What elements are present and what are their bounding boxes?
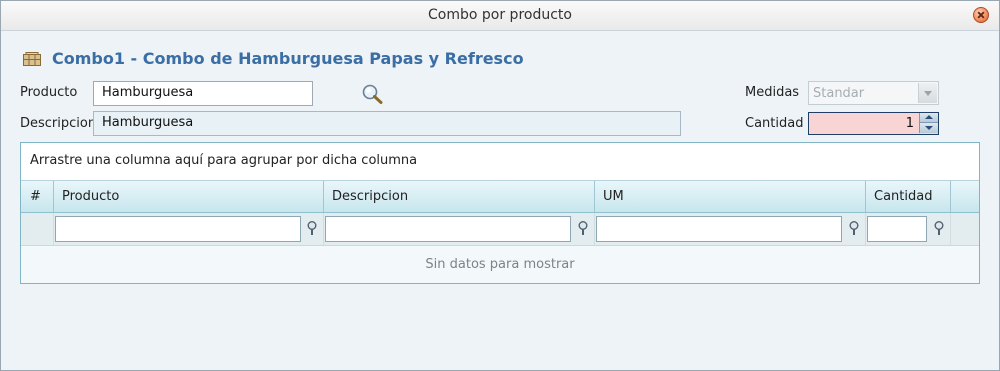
combo-title: Combo1 - Combo de Hamburguesa Papas y Re… xyxy=(52,49,524,68)
filter-cell-um xyxy=(595,213,866,245)
group-panel[interactable]: Arrastre una columna aquí para agrupar p… xyxy=(21,143,979,181)
box-icon xyxy=(23,52,41,66)
column-header-number[interactable]: # xyxy=(21,181,54,212)
medidas-select[interactable]: Standar xyxy=(808,81,939,105)
column-header-descripcion[interactable]: Descripcion xyxy=(324,181,595,212)
filter-input-um[interactable] xyxy=(596,216,842,242)
column-header-producto[interactable]: Producto xyxy=(54,181,324,212)
filter-input-descripcion[interactable] xyxy=(325,216,571,242)
items-grid: Arrastre una columna aquí para agrupar p… xyxy=(20,142,980,284)
filter-icon[interactable] xyxy=(577,221,589,236)
search-icon[interactable] xyxy=(361,83,385,105)
empty-message: Sin datos para mostrar xyxy=(425,257,575,272)
filter-cell-number xyxy=(21,213,54,245)
filter-icon[interactable] xyxy=(933,221,945,236)
grid-header: # Producto Descripcion UM Cantidad xyxy=(21,181,979,213)
group-hint: Arrastre una columna aquí para agrupar p… xyxy=(30,153,418,168)
combo-dialog: Combo por producto Combo1 - Combo de Ham… xyxy=(0,0,1000,371)
filter-cell-descripcion xyxy=(324,213,595,245)
medidas-label: Medidas xyxy=(745,85,800,100)
cantidad-stepper[interactable]: 1 xyxy=(808,112,939,135)
filter-input-cantidad[interactable] xyxy=(867,216,927,242)
empty-row: Sin datos para mostrar xyxy=(21,246,979,283)
close-icon[interactable] xyxy=(973,7,989,23)
filter-row xyxy=(21,213,979,246)
cantidad-value: 1 xyxy=(905,116,914,131)
filter-input-producto[interactable] xyxy=(55,216,301,242)
descripcion-field: Hamburguesa xyxy=(93,111,681,136)
title-bar: Combo por producto xyxy=(1,1,999,31)
spin-up-icon[interactable] xyxy=(919,113,938,123)
filter-icon[interactable] xyxy=(306,221,318,236)
filter-icon[interactable] xyxy=(848,221,860,236)
spin-down-icon[interactable] xyxy=(919,123,938,133)
filter-cell-producto xyxy=(54,213,324,245)
producto-input[interactable]: Hamburguesa xyxy=(93,81,313,106)
window-title: Combo por producto xyxy=(428,7,572,23)
cantidad-label: Cantidad xyxy=(745,116,804,131)
descripcion-label: Descripcion xyxy=(20,116,97,131)
filter-cell-cantidad xyxy=(866,213,951,245)
column-header-um[interactable]: UM xyxy=(595,181,866,212)
producto-label: Producto xyxy=(20,85,78,100)
chevron-down-icon[interactable] xyxy=(918,83,937,103)
column-header-cantidad[interactable]: Cantidad xyxy=(866,181,951,212)
medidas-value: Standar xyxy=(813,86,865,101)
